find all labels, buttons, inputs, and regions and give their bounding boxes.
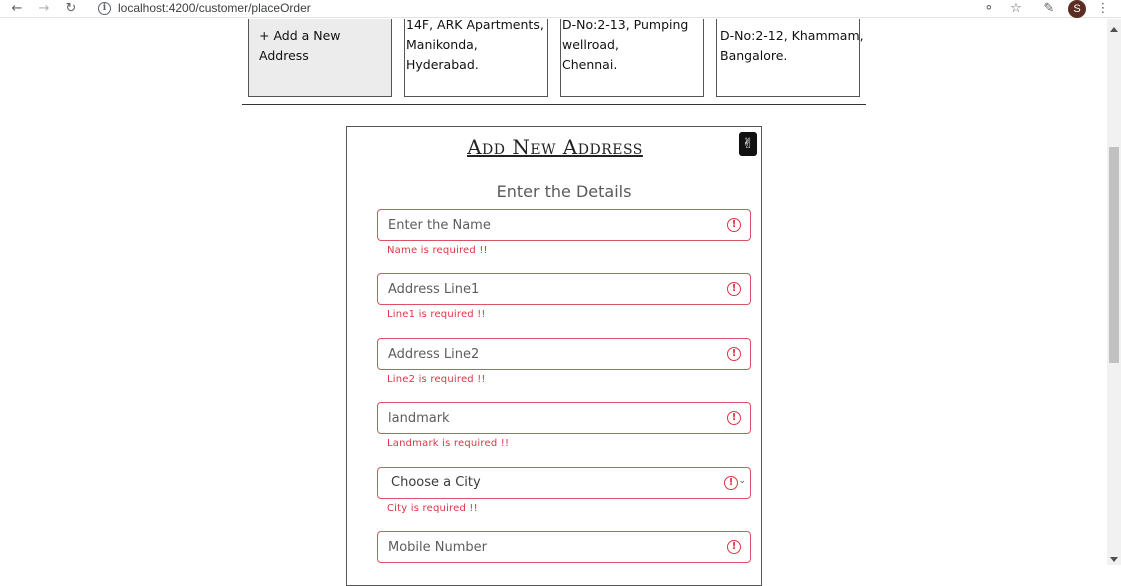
- star-icon[interactable]: ☆: [1008, 1, 1024, 17]
- address-line1-input[interactable]: [388, 274, 718, 304]
- address-bar[interactable]: localhost:4200/customer/placeOrder: [118, 1, 311, 16]
- city-selected-value[interactable]: Choose a City: [391, 468, 721, 498]
- address-line: Bangalore.: [720, 48, 788, 63]
- section-divider: [242, 104, 866, 105]
- landmark-error: Landmark is required !!: [387, 438, 510, 449]
- address-line: D-No:2-13, Pumping: [562, 17, 689, 32]
- address-line: Manikonda,: [406, 37, 478, 52]
- forward-arrow-icon[interactable]: →: [36, 1, 52, 17]
- modal-title: Add New Address: [467, 135, 643, 159]
- page-scrollbar[interactable]: [1107, 19, 1121, 565]
- close-modal-button[interactable]: ✌: [739, 132, 757, 156]
- browser-toolbar: ← → ↻ i localhost:4200/customer/placeOrd…: [0, 0, 1121, 18]
- mobile-input[interactable]: [388, 532, 718, 562]
- address-line: wellroad,: [562, 37, 619, 52]
- scroll-up-icon[interactable]: [1110, 27, 1118, 32]
- address-card[interactable]: D-No:2-12, Khammam, Bangalore.: [716, 19, 864, 97]
- menu-dots-icon[interactable]: ⋮: [1095, 1, 1111, 17]
- error-icon: !: [727, 347, 741, 361]
- add-new-address-card[interactable]: + Add a New Address: [248, 19, 392, 97]
- error-icon: !: [724, 476, 738, 490]
- address-line1-field[interactable]: !: [377, 273, 751, 305]
- extensions-icon[interactable]: ✎: [1041, 1, 1057, 17]
- scroll-down-icon[interactable]: [1110, 557, 1118, 562]
- hand-pointer-icon: ✌: [742, 136, 754, 152]
- address-line: Hyderabad.: [406, 57, 479, 72]
- address-line2-input[interactable]: [388, 339, 718, 369]
- line2-error: Line2 is required !!: [387, 374, 486, 385]
- form-subtitle: Enter the Details: [496, 182, 632, 201]
- city-error: City is required !!: [387, 503, 478, 514]
- scroll-thumb[interactable]: [1109, 147, 1119, 363]
- line1-error: Line1 is required !!: [387, 309, 486, 320]
- address-line2-field[interactable]: !: [377, 338, 751, 370]
- address-line: Chennai.: [562, 57, 618, 72]
- profile-avatar[interactable]: S: [1068, 0, 1086, 18]
- address-line: 14F, ARK Apartments,: [406, 17, 544, 32]
- back-arrow-icon[interactable]: ←: [9, 1, 25, 17]
- error-icon: !: [727, 218, 741, 232]
- address-card[interactable]: 14F, ARK Apartments, Manikonda, Hyderaba…: [404, 17, 548, 97]
- address-line: D-No:2-12, Khammam,: [720, 28, 864, 43]
- landmark-input[interactable]: [388, 403, 718, 433]
- name-error: Name is required !!: [387, 245, 488, 256]
- error-icon: !: [727, 282, 741, 296]
- error-icon: !: [727, 411, 741, 425]
- address-card[interactable]: D-No:2-13, Pumping wellroad, Chennai.: [560, 17, 704, 97]
- add-new-address-label: + Add a New Address: [259, 28, 341, 63]
- landmark-field[interactable]: !: [377, 402, 751, 434]
- chevron-down-icon[interactable]: ⌄: [738, 476, 746, 486]
- city-select[interactable]: Choose a City ! ⌄: [377, 467, 751, 499]
- mobile-field[interactable]: !: [377, 531, 751, 563]
- reload-icon[interactable]: ↻: [63, 1, 79, 17]
- name-input[interactable]: [388, 210, 718, 240]
- error-icon: !: [727, 540, 741, 554]
- name-field[interactable]: !: [377, 209, 751, 241]
- add-address-modal: Add New Address ✌ Enter the Details ! Na…: [346, 126, 762, 586]
- key-icon[interactable]: ⚬: [981, 1, 997, 17]
- site-info-icon[interactable]: i: [98, 2, 111, 15]
